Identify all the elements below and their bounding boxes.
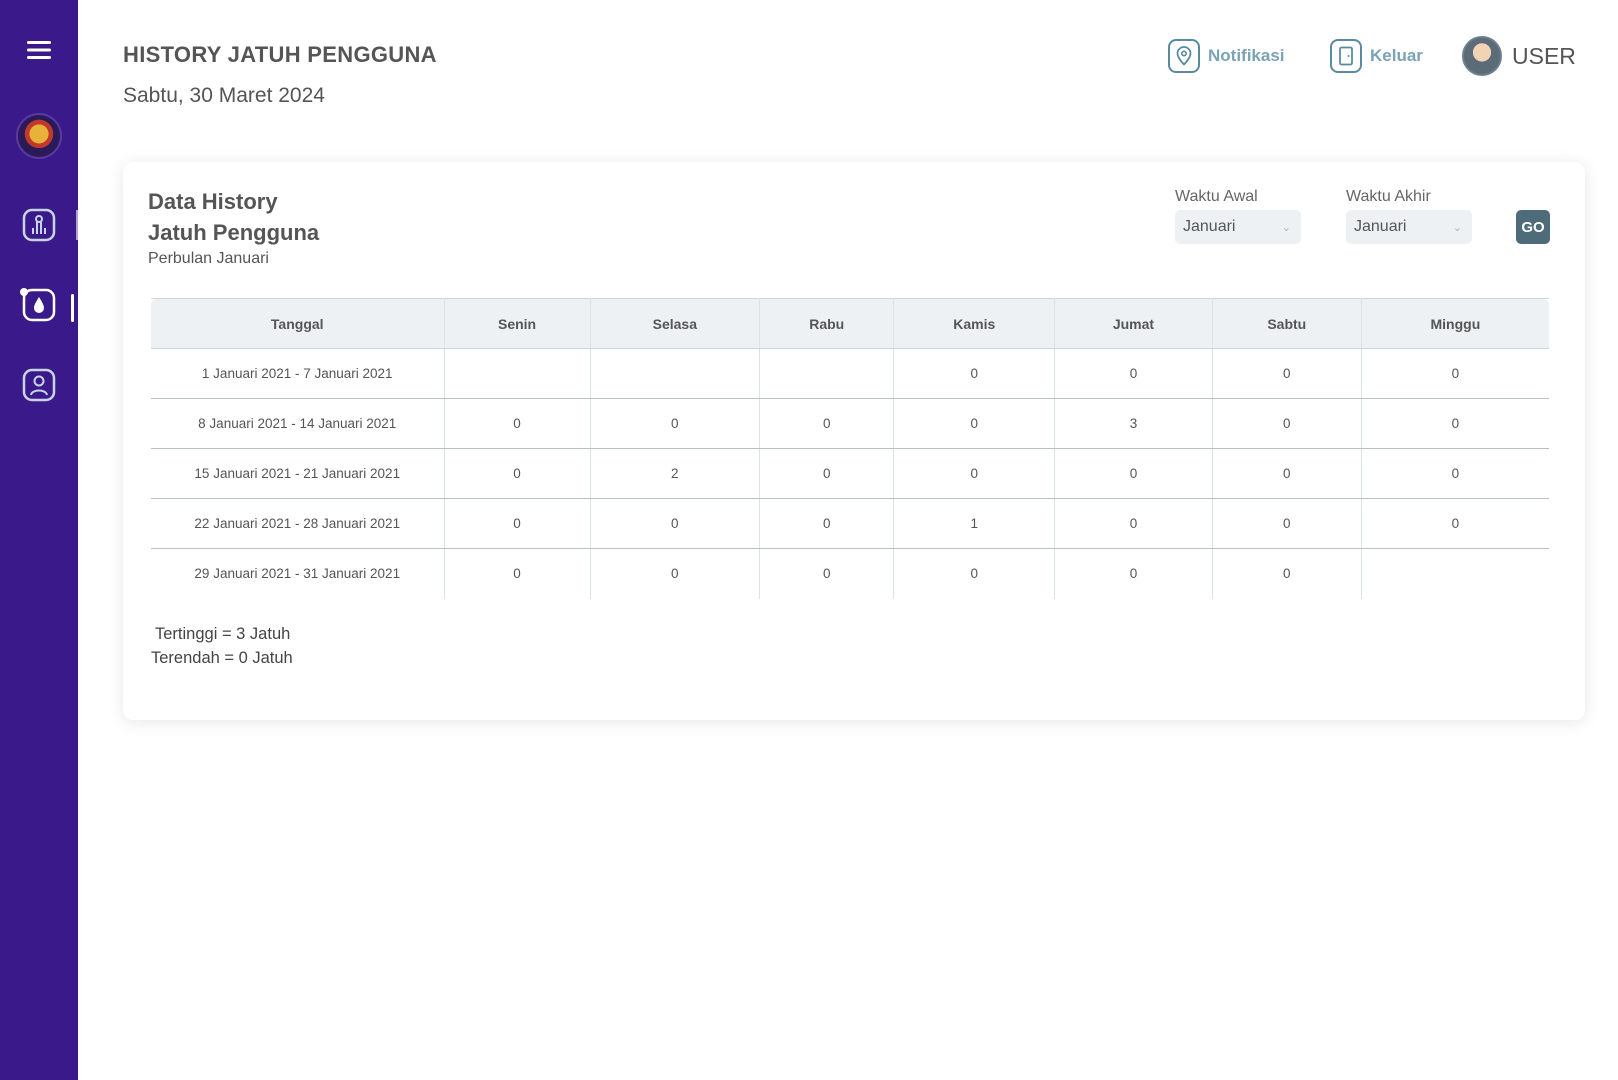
table-cell-date: 22 Januari 2021 - 28 Januari 2021 (151, 498, 445, 549)
table-cell: 0 (893, 348, 1056, 399)
table-cell: 0 (1361, 348, 1549, 399)
column-header-selasa: Selasa (590, 298, 761, 349)
table-row: 1 Januari 2021 - 7 Januari 2021 0 0 0 0 (151, 348, 1549, 399)
table-cell-date: 15 Januari 2021 - 21 Januari 2021 (151, 448, 445, 499)
card-title-line1: Data History (148, 189, 278, 214)
table-row: 8 Januari 2021 - 14 Januari 2021 0 0 0 0… (151, 398, 1549, 449)
summary-highest: Tertinggi = 3 Jatuh (155, 625, 291, 643)
table-row: 29 Januari 2021 - 31 Januari 2021 0 0 0 … (151, 548, 1549, 599)
card-title-line2: Jatuh Pengguna (148, 220, 320, 245)
column-header-tanggal: Tanggal (151, 298, 445, 349)
sidebar (0, 0, 78, 1080)
end-month-select[interactable]: Januari ⌄ (1346, 210, 1472, 244)
start-month-select[interactable]: Januari ⌄ (1175, 210, 1301, 244)
user-name: USER (1512, 42, 1576, 69)
table-cell (1361, 549, 1549, 599)
menu-toggle-button[interactable] (0, 28, 78, 72)
column-header-jumat: Jumat (1054, 298, 1213, 349)
app-logo (0, 110, 78, 162)
table-cell: 0 (893, 448, 1056, 499)
page-date: Sabtu, 30 Maret 2024 (123, 84, 325, 107)
table-header-row: Tanggal Senin Selasa Rabu Kamis Jumat Sa… (151, 298, 1549, 349)
active-nav-bar (71, 294, 74, 322)
summary: Tertinggi = 3 Jatuh Terendah = 0 Jatuh (151, 622, 293, 670)
emblem-logo (16, 113, 62, 159)
table-cell-date: 1 Januari 2021 - 7 Januari 2021 (151, 348, 445, 399)
table-cell-date: 29 Januari 2021 - 31 Januari 2021 (151, 548, 445, 599)
table-cell: 0 (759, 398, 895, 449)
table-cell: 0 (1361, 498, 1549, 549)
table-cell: 0 (444, 548, 591, 599)
column-header-kamis: Kamis (893, 298, 1056, 349)
history-table: Tanggal Senin Selasa Rabu Kamis Jumat Sa… (151, 298, 1549, 599)
table-cell-date: 8 Januari 2021 - 14 Januari 2021 (151, 398, 445, 449)
door-icon (1330, 39, 1362, 73)
history-card: Data History Jatuh Pengguna Perbulan Jan… (123, 162, 1585, 720)
logout-label: Keluar (1370, 46, 1423, 65)
table-cell: 0 (759, 448, 895, 499)
table-cell: 0 (1361, 448, 1549, 499)
column-header-senin: Senin (444, 298, 591, 349)
table-cell: 0 (1361, 398, 1549, 449)
end-month-value: Januari (1354, 218, 1407, 235)
sidebar-item-history[interactable] (0, 280, 78, 330)
column-header-sabtu: Sabtu (1212, 298, 1362, 349)
column-header-minggu: Minggu (1361, 298, 1549, 349)
table-cell: 0 (893, 398, 1056, 449)
chevron-down-icon: ⌄ (1281, 220, 1291, 234)
column-header-rabu: Rabu (759, 298, 895, 349)
table-cell: 0 (1212, 348, 1362, 399)
table-cell: 0 (893, 548, 1056, 599)
table-cell (759, 348, 895, 399)
summary-lowest: Terendah = 0 Jatuh (151, 649, 293, 667)
user-icon (22, 368, 56, 402)
table-cell: 0 (444, 498, 591, 549)
table-row: 15 Januari 2021 - 21 Januari 2021 0 2 0 … (151, 448, 1549, 499)
table-cell: 0 (1212, 398, 1362, 449)
table-cell: 1 (893, 498, 1056, 549)
table-cell: 2 (590, 448, 761, 499)
hamburger-icon (27, 41, 51, 59)
notifications-label: Notifikasi (1208, 46, 1285, 65)
start-month-value: Januari (1183, 218, 1236, 235)
avatar (1462, 36, 1502, 76)
table-cell: 0 (590, 548, 761, 599)
card-subtitle: Perbulan Januari (148, 250, 269, 267)
end-time-label: Waktu Akhir (1346, 188, 1431, 205)
table-cell (590, 348, 761, 399)
hand-tap-icon (22, 208, 56, 242)
go-button[interactable]: GO (1516, 210, 1550, 244)
table-cell: 0 (444, 448, 591, 499)
table-row: 22 Januari 2021 - 28 Januari 2021 0 0 0 … (151, 498, 1549, 549)
table-cell: 3 (1054, 398, 1213, 449)
notifications-button[interactable]: Notifikasi (1168, 38, 1285, 74)
table-cell: 0 (1054, 548, 1213, 599)
table-cell: 0 (1054, 448, 1213, 499)
table-cell: 0 (1212, 448, 1362, 499)
table-cell: 0 (1054, 348, 1213, 399)
table-cell: 0 (1212, 548, 1362, 599)
table-cell: 0 (759, 498, 895, 549)
page-title: HISTORY JATUH PENGGUNA (123, 42, 437, 67)
sidebar-item-home[interactable] (0, 200, 78, 250)
water-drop-icon (22, 288, 56, 322)
table-cell: 0 (590, 398, 761, 449)
logout-button[interactable]: Keluar (1330, 38, 1423, 74)
table-cell (444, 348, 591, 399)
location-pin-icon (1168, 39, 1200, 73)
chevron-down-icon: ⌄ (1452, 220, 1462, 234)
sidebar-item-profile[interactable] (0, 360, 78, 410)
table-cell: 0 (1212, 498, 1362, 549)
table-cell: 0 (1054, 498, 1213, 549)
table-cell: 0 (444, 398, 591, 449)
user-menu[interactable]: USER (1462, 36, 1576, 76)
table-cell: 0 (590, 498, 761, 549)
table-cell: 0 (759, 548, 895, 599)
start-time-label: Waktu Awal (1175, 188, 1258, 205)
card-title: Data History Jatuh Pengguna (148, 186, 319, 248)
